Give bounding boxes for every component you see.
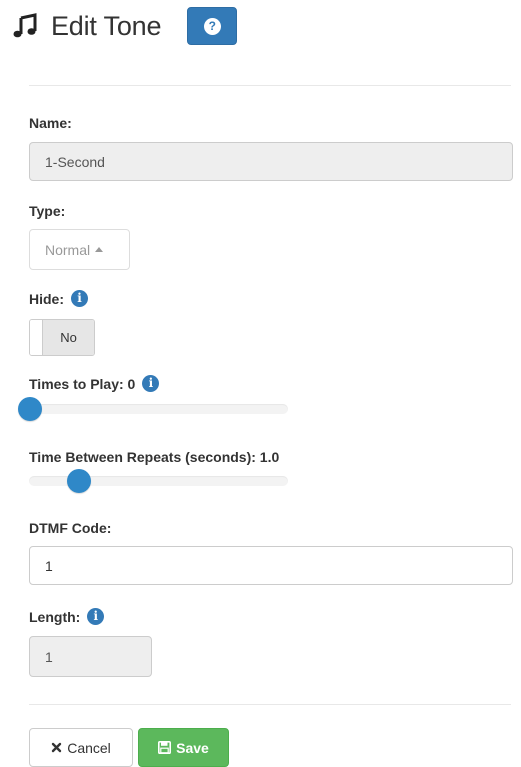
type-select-value: Normal <box>45 241 91 258</box>
times-to-play-slider[interactable] <box>18 397 288 421</box>
length-label: Length: i <box>29 608 105 625</box>
page-header: Edit Tone ? <box>12 6 238 46</box>
name-field[interactable]: 1-Second <box>29 142 513 181</box>
help-button[interactable]: ? <box>187 7 238 45</box>
name-label-text: Name: <box>29 115 72 131</box>
info-icon[interactable]: i <box>71 290 88 307</box>
times-to-play-label: Times to Play: 0 i <box>29 375 160 392</box>
type-select[interactable]: Normal <box>29 229 130 270</box>
length-label-text: Length: <box>29 608 81 625</box>
music-note-icon <box>12 13 38 39</box>
times-to-play-label-text: Times to Play: 0 <box>29 375 136 392</box>
time-between-repeats-label: Time Between Repeats (seconds): 1.0 <box>29 449 279 465</box>
type-label: Type: <box>29 203 65 219</box>
info-icon[interactable]: i <box>87 608 105 625</box>
type-label-text: Type: <box>29 203 66 219</box>
cancel-button[interactable]: Cancel <box>29 728 133 767</box>
hide-toggle[interactable]: No <box>29 319 95 356</box>
name-field-value: 1-Second <box>45 153 105 170</box>
toggle-state-label: No <box>43 320 94 355</box>
dtmf-code-label: DTMF Code: <box>29 520 111 536</box>
time-between-repeats-label-text: Time Between Repeats (seconds): 1.0 <box>29 449 280 465</box>
caret-up-icon <box>95 246 104 252</box>
save-button[interactable]: Save <box>138 728 229 767</box>
name-label: Name: <box>29 115 72 131</box>
hide-label-text: Hide: <box>29 290 64 307</box>
time-between-repeats-slider[interactable] <box>29 469 288 493</box>
page-title: Edit Tone <box>51 10 162 41</box>
divider <box>29 704 511 705</box>
save-label: Save <box>176 739 209 756</box>
dtmf-code-value: 1 <box>45 557 53 574</box>
hide-label: Hide: i <box>29 290 88 307</box>
slider-handle[interactable] <box>67 469 92 493</box>
dtmf-code-input[interactable]: 1 <box>29 546 513 585</box>
floppy-disk-icon <box>158 741 172 754</box>
dtmf-code-label-text: DTMF Code: <box>29 520 112 536</box>
question-icon: ? <box>203 17 221 35</box>
cancel-label: Cancel <box>67 739 111 756</box>
close-icon <box>51 742 62 753</box>
length-field[interactable]: 1 <box>29 636 152 677</box>
toggle-handle[interactable] <box>30 320 43 355</box>
info-icon[interactable]: i <box>142 375 160 392</box>
length-value: 1 <box>45 648 53 665</box>
slider-handle[interactable] <box>18 397 42 421</box>
divider <box>29 85 511 86</box>
